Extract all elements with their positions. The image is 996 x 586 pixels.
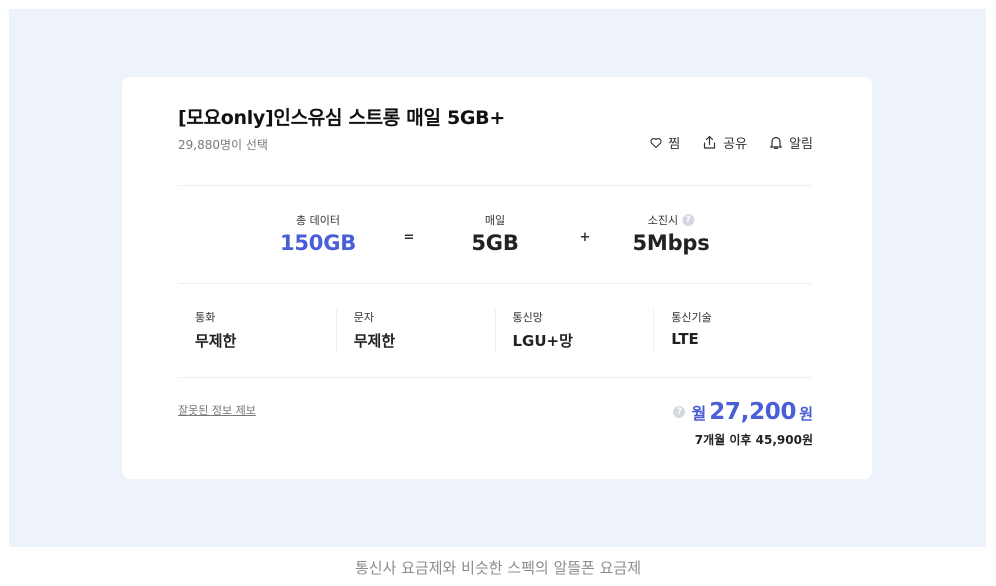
share-label: 공유	[723, 137, 748, 152]
price-block: ? 월 27,200 원 7개월 이후 45,900원	[673, 399, 813, 448]
price-after-promo: 7개월 이후 45,900원	[694, 433, 813, 447]
report-error-link[interactable]: 잘못된 정보 제보	[178, 402, 256, 418]
data-summary: 총 데이터 150GB = 매일 5GB + 소진시 ? 5Mbps	[178, 212, 812, 262]
spec-technology: 통신기술 LTE	[653, 309, 812, 353]
plus-sign: +	[579, 230, 591, 245]
exhausted-speed-value: 5Mbps	[632, 231, 710, 255]
alert-label: 알림	[789, 137, 813, 152]
spec-value: 무제한	[195, 332, 237, 350]
help-icon[interactable]: ?	[682, 214, 695, 226]
equals-sign: =	[403, 230, 415, 245]
monthly-price: ? 월 27,200 원	[673, 399, 813, 425]
spec-label: 통신망	[512, 311, 543, 324]
spec-label: 통화	[195, 311, 216, 324]
total-data-value: 150GB	[279, 231, 357, 255]
help-icon[interactable]: ?	[673, 406, 686, 418]
spec-value: 무제한	[353, 332, 396, 350]
exhausted-speed-label: 소진시	[647, 214, 679, 227]
price-amount: 27,200	[709, 399, 797, 425]
divider	[178, 185, 812, 186]
heart-icon	[650, 137, 662, 149]
price-suffix: 원	[799, 405, 813, 423]
daily-data: 매일 5GB	[471, 212, 518, 255]
action-bar: 찜 공유 알림	[650, 133, 813, 152]
price-prefix: 월	[691, 404, 707, 423]
divider	[178, 377, 812, 378]
spec-label: 통신기술	[671, 311, 712, 324]
figure-caption: 통신사 요금제와 비슷한 스펙의 알뜰폰 요금제	[354, 559, 642, 577]
divider	[178, 283, 812, 284]
plan-card: [모요only]인스유심 스트롱 매일 5GB+ 29,880명이 선택 찜 공…	[122, 77, 872, 479]
spec-calls: 통화 무제한	[178, 309, 336, 353]
spec-list: 통화 무제한 문자 무제한 통신망 LGU+망 통신기술 LTE	[178, 309, 812, 353]
exhausted-speed: 소진시 ? 5Mbps	[632, 212, 710, 255]
like-label: 찜	[668, 137, 681, 152]
spec-label: 문자	[353, 311, 374, 324]
bell-icon	[769, 135, 783, 150]
selected-count: 29,880명이 선택	[178, 138, 268, 152]
daily-data-label: 매일	[484, 214, 506, 227]
figure-background: [모요only]인스유심 스트롱 매일 5GB+ 29,880명이 선택 찜 공…	[9, 9, 986, 547]
share-button[interactable]: 공유	[702, 133, 747, 152]
total-data-label: 총 데이터	[296, 214, 340, 227]
share-icon	[702, 135, 717, 150]
spec-sms: 문자 무제한	[335, 309, 495, 353]
plan-title: [모요only]인스유심 스트롱 매일 5GB+	[178, 107, 505, 129]
alert-button[interactable]: 알림	[769, 133, 813, 152]
spec-network: 통신망 LGU+망	[494, 309, 654, 353]
total-data: 총 데이터 150GB	[280, 212, 356, 255]
spec-value: LGU+망	[512, 332, 573, 350]
spec-value: LTE	[671, 330, 699, 348]
daily-data-value: 5GB	[471, 231, 519, 255]
like-button[interactable]: 찜	[650, 133, 680, 152]
